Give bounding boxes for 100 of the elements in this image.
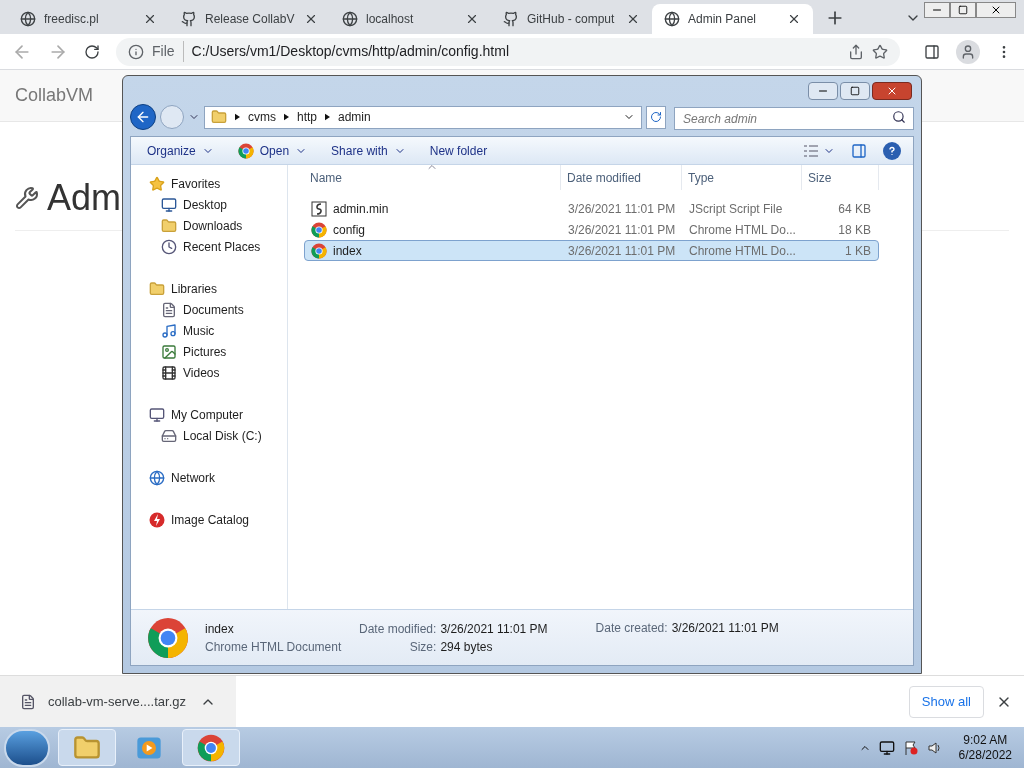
close-tab-icon[interactable]	[787, 12, 801, 26]
chevron-icon[interactable]	[235, 113, 240, 121]
file-row[interactable]: index 3/26/2021 11:01 PM Chrome HTML Do... 1 KB	[304, 240, 879, 261]
minimize-button[interactable]	[924, 2, 950, 18]
field-label: Size:	[408, 638, 437, 656]
address-bar[interactable]: File C:/Users/vm1/Desktop/cvms/http/admin/config.html	[116, 37, 900, 66]
question-icon	[887, 145, 897, 156]
speaker-icon[interactable]	[926, 739, 943, 756]
file-row[interactable]: config 3/26/2021 11:01 PM Chrome HTML Do... 18 KB	[304, 219, 879, 240]
back-button[interactable]	[130, 104, 156, 130]
restore-button[interactable]	[950, 2, 976, 18]
breadcrumb-item[interactable]: http	[297, 108, 317, 126]
close-tab-icon[interactable]	[626, 12, 640, 26]
taskbar-app[interactable]	[182, 729, 240, 766]
file-row[interactable]: admin.min 3/26/2021 11:01 PM JScript Script File 64 KB	[304, 198, 879, 219]
close-button[interactable]	[872, 82, 912, 100]
browser-tab[interactable]: Release CollabV	[169, 4, 330, 34]
address-field[interactable]: cvms http admin	[204, 105, 642, 129]
browser-tab[interactable]: freedisc.pl	[8, 4, 169, 34]
nav-item[interactable]: Image Catalog	[131, 509, 287, 530]
github-icon	[503, 11, 519, 27]
toolbar-button[interactable]: Share with	[323, 141, 414, 160]
clock-time[interactable]: 9:02 AM	[963, 732, 1008, 748]
nav-item[interactable]: Pictures	[131, 341, 287, 362]
nav-item[interactable]: Local Disk (C:)	[131, 425, 287, 446]
clock-date[interactable]: 6/28/2022	[958, 747, 1012, 763]
show-all-button[interactable]: Show all	[908, 685, 984, 718]
wrench-icon	[15, 186, 39, 210]
music-icon	[161, 322, 177, 339]
nav-item[interactable]: Desktop	[131, 194, 287, 215]
toolbar-button[interactable]: Open	[229, 141, 316, 160]
nav-item[interactable]: Network	[131, 467, 287, 488]
folder-icon	[211, 109, 227, 125]
search-field[interactable]: Search admin	[674, 107, 914, 130]
maximize-button[interactable]	[840, 82, 870, 100]
minimize-button[interactable]	[808, 82, 838, 100]
nav-item[interactable]: Downloads	[131, 215, 287, 236]
file-name: index	[205, 620, 235, 638]
folder-icon	[161, 217, 177, 234]
globe-icon	[664, 11, 680, 27]
browser-tab[interactable]: localhost	[330, 4, 491, 34]
close-icon	[990, 4, 1002, 16]
star-icon	[149, 175, 165, 192]
column-header[interactable]: Size	[802, 165, 879, 190]
field-value: 294 bytes	[440, 638, 494, 656]
person-icon	[960, 43, 976, 60]
profile-avatar[interactable]	[956, 39, 980, 64]
browser-tab[interactable]: Admin Panel	[652, 4, 813, 34]
close-tab-icon[interactable]	[143, 12, 157, 26]
nav-item[interactable]: My Computer	[131, 404, 287, 425]
document-icon	[161, 301, 177, 318]
flag-icon[interactable]	[902, 739, 919, 756]
toolbar-button[interactable]: Organize	[139, 141, 222, 160]
info-icon	[128, 43, 144, 60]
nav-item[interactable]: Documents	[131, 299, 287, 320]
breadcrumb-item[interactable]: cvms	[248, 108, 276, 126]
globe-icon	[342, 11, 358, 27]
file-type: Chrome HTML Document	[205, 638, 343, 656]
film-icon	[161, 364, 177, 381]
close-tab-icon[interactable]	[304, 12, 318, 26]
preview-pane-icon[interactable]	[851, 142, 867, 159]
nav-item[interactable]: Recent Places	[131, 236, 287, 257]
chrome-icon	[311, 221, 327, 238]
close-button[interactable]	[976, 2, 1016, 18]
field-value: 3/26/2021 11:01 PM	[671, 620, 779, 637]
chrome-icon	[197, 733, 225, 762]
maximize-icon	[850, 86, 860, 96]
scheme-label: File	[152, 41, 184, 62]
chevron-icon[interactable]	[325, 113, 330, 121]
close-icon	[886, 85, 898, 97]
download-item[interactable]: collab-vm-serve....tar.gz	[0, 676, 236, 727]
refresh-button[interactable]	[646, 105, 666, 129]
github-icon	[181, 11, 197, 27]
archive-icon	[20, 693, 36, 710]
search-icon[interactable]	[892, 109, 906, 124]
column-header[interactable]: Type	[682, 165, 802, 190]
restore-icon	[958, 5, 968, 15]
column-header[interactable]: Name	[304, 165, 561, 190]
nav-item[interactable]: Favorites	[131, 173, 287, 194]
chevron-icon[interactable]	[284, 113, 289, 121]
brand-text[interactable]: CollabVM	[15, 82, 94, 109]
nav-item[interactable]: Music	[131, 320, 287, 341]
globe-icon	[20, 11, 36, 27]
side-panel-icon[interactable]	[924, 43, 940, 60]
bookmark-icon[interactable]	[872, 43, 888, 60]
help-button[interactable]	[883, 141, 901, 160]
chrome-icon	[147, 616, 189, 659]
breadcrumb-item[interactable]: admin	[338, 108, 371, 126]
browser-tab[interactable]: GitHub - comput	[491, 4, 652, 34]
reload-icon[interactable]	[84, 43, 100, 60]
url-text: C:/Users/vm1/Desktop/cvms/http/admin/config.html	[191, 42, 509, 61]
chrome-icon	[311, 242, 327, 259]
start-button[interactable]	[4, 728, 50, 767]
close-tab-icon[interactable]	[465, 12, 479, 26]
toolbar-button[interactable]: New folder	[421, 141, 496, 160]
clock-icon	[161, 238, 177, 255]
share-icon[interactable]	[848, 43, 864, 60]
nav-item[interactable]: Libraries	[131, 278, 287, 299]
column-header[interactable]: Date modified	[561, 165, 682, 190]
nav-item[interactable]: Videos	[131, 362, 287, 383]
